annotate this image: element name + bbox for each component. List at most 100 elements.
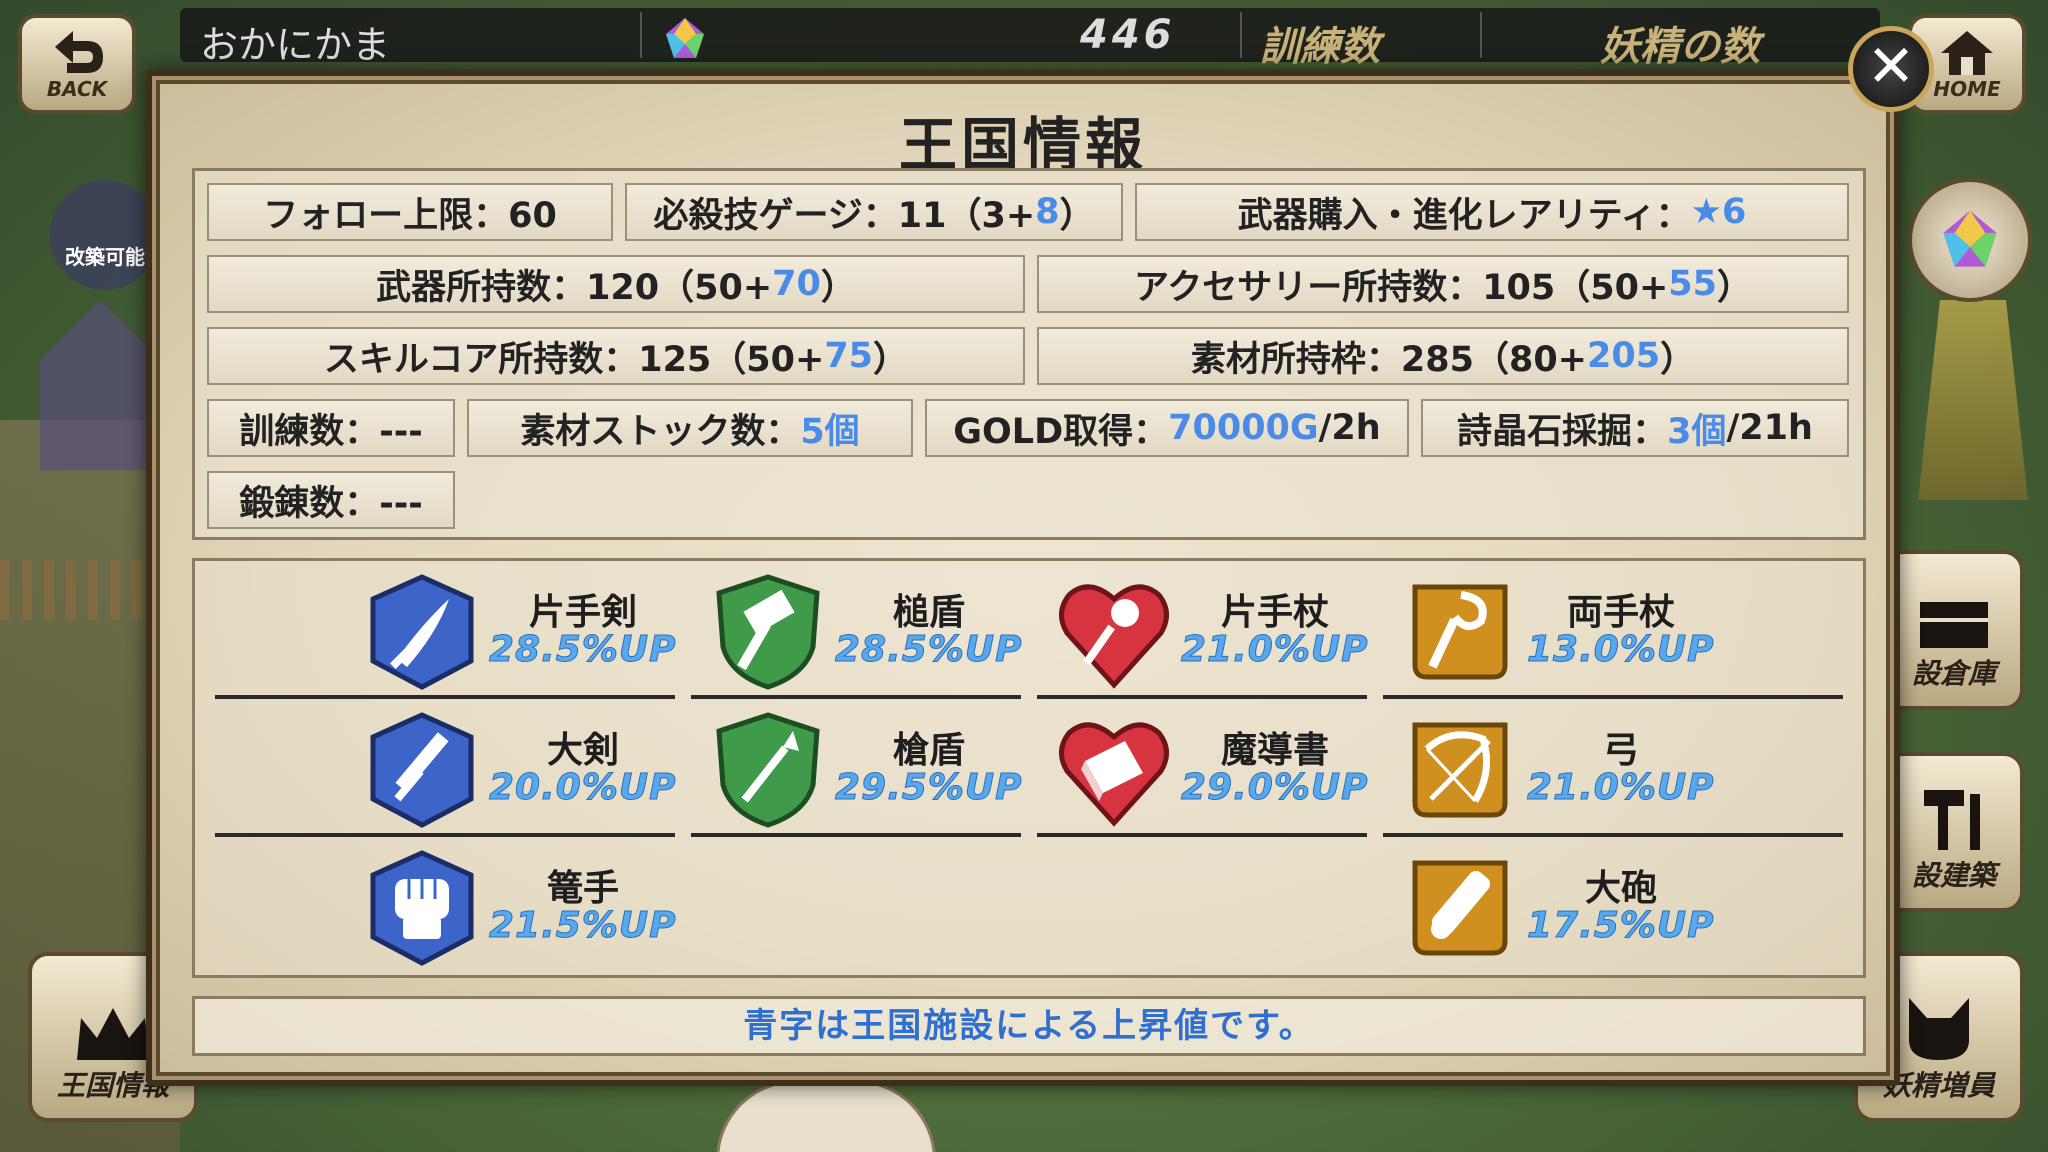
facility-build-button[interactable]: 設建築 [1884, 752, 2024, 912]
divider [1240, 12, 1242, 58]
close-button[interactable]: ✕ [1848, 26, 1934, 112]
home-icon [1941, 31, 1993, 75]
gem-mining-stat: 詩晶石採掘： 3個/21h [1421, 399, 1849, 457]
material-capacity-bonus: 205 [1587, 336, 1661, 376]
weapon-bonus-one-hand-staff: 片手杖 21.0%UP [1055, 573, 1385, 693]
row-divider [1037, 695, 1367, 699]
background-house [40, 300, 160, 470]
training-text: 訓練数：--- [239, 411, 423, 452]
special-gauge-suffix: ） [1059, 195, 1095, 236]
row-divider [215, 695, 675, 699]
accessory-capacity-suffix: ） [1717, 267, 1753, 308]
hammer-shield-icon [716, 574, 820, 690]
weapon-bonus-value: 29.0%UP [1181, 767, 1369, 809]
grimoire-icon [1059, 722, 1169, 827]
rarity-text: 武器購入・進化レアリティ： [1237, 195, 1691, 236]
storage-chest-icon [1920, 602, 1988, 648]
weapon-name: 弓 [1602, 730, 1639, 771]
follow-limit-text: フォロー上限：60 [263, 195, 557, 236]
follow-limit-stat: フォロー上限：60 [207, 183, 613, 241]
weapon-name: 魔導書 [1220, 730, 1329, 771]
forging-text: 鍛錬数：--- [239, 483, 423, 524]
accessory-capacity-text: アクセサリー所持数：105（50+ [1133, 267, 1669, 308]
weapon-bonus-value: 13.0%UP [1527, 629, 1715, 671]
fairy-count-label: 妖精の数 [1600, 24, 1760, 70]
weapon-name: 両手杖 [1566, 592, 1675, 633]
weapon-bonus-great-sword: 大剣 20.0%UP [363, 711, 693, 831]
fairy-cat-icon [1909, 998, 1969, 1060]
weapon-bonus-value: 28.5%UP [835, 629, 1023, 671]
facility-storage-label: 設倉庫 [1911, 657, 1996, 690]
facility-storage-button[interactable]: 設倉庫 [1884, 550, 2024, 710]
weapon-bonus-hammer-shield: 槌盾 28.5%UP [709, 573, 1039, 693]
rarity-bonus: ★6 [1690, 192, 1747, 232]
home-label: HOME [1933, 77, 2001, 101]
two-hand-staff-icon [1412, 584, 1508, 680]
currency-count: 446 [1080, 12, 1176, 58]
crystal-gem-icon [1943, 210, 1997, 267]
gem-mining-bonus: 3個 [1667, 411, 1727, 452]
great-sword-icon [370, 712, 474, 828]
weapon-name: 大剣 [546, 730, 619, 771]
weapon-capacity-bonus: 70 [772, 264, 821, 304]
row-divider [1037, 833, 1367, 837]
gold-income-bonus: 70000G [1168, 408, 1319, 448]
skillcore-capacity-stat: スキルコア所持数：125（50+ 75） [207, 327, 1025, 385]
kingdom-stats-panel: フォロー上限：60 必殺技ゲージ：11（3+ 8） 武器購入・進化レアリティ： ★6… [192, 168, 1866, 540]
material-capacity-suffix: ） [1660, 339, 1696, 380]
top-status-bar: おかにかま 446 訓練数 妖精の数 [180, 8, 1880, 70]
weapon-bonus-one-hand-sword: 片手剣 28.5%UP [363, 573, 693, 693]
footnote: 青字は王国施設による上昇値です。 [192, 996, 1866, 1056]
material-capacity-text: 素材所持枠：285（80+ [1190, 339, 1587, 380]
spear-shield-icon [716, 712, 820, 828]
weapon-bonus-value: 29.5%UP [835, 767, 1023, 809]
special-gauge-text: 必殺技ゲージ：11（3+ [653, 195, 1036, 236]
training-stat: 訓練数：--- [207, 399, 455, 457]
facility-build-label: 設建築 [1911, 859, 1996, 892]
background-tower [1918, 300, 2028, 500]
material-stock-text: 素材ストック数： [520, 411, 801, 452]
row-divider [1383, 695, 1843, 699]
gold-income-stat: GOLD取得： 70000G/2h [925, 399, 1409, 457]
back-label: BACK [46, 77, 108, 101]
special-gauge-bonus: 8 [1035, 192, 1060, 232]
renovation-badge[interactable]: 改築可能 [50, 180, 160, 290]
crown-icon [77, 1008, 149, 1060]
material-capacity-stat: 素材所持枠：285（80+ 205） [1037, 327, 1849, 385]
gem-shop-button[interactable] [1908, 178, 2032, 302]
weapon-bonus-grimoire: 魔導書 29.0%UP [1055, 711, 1385, 831]
cannon-icon [1412, 860, 1508, 956]
player-name: おかにかま [200, 23, 391, 67]
weapon-bonus-value: 21.5%UP [489, 905, 677, 947]
weapon-name: 槍盾 [892, 730, 965, 771]
skillcore-capacity-bonus: 75 [824, 336, 874, 376]
weapon-bonus-spear-shield: 槍盾 29.5%UP [709, 711, 1039, 831]
accessory-capacity-bonus: 55 [1668, 264, 1718, 304]
gold-income-suffix: /2h [1318, 408, 1381, 448]
weapon-bonus-two-hand-staff: 両手杖 13.0%UP [1401, 573, 1731, 693]
rarity-stat: 武器購入・進化レアリティ： ★6 [1135, 183, 1849, 241]
row-divider [691, 833, 1021, 837]
row-divider [1383, 833, 1843, 837]
skillcore-capacity-text: スキルコア所持数：125（50+ [323, 339, 825, 380]
hammer-icon [1924, 790, 1980, 850]
special-gauge-stat: 必殺技ゲージ：11（3+ 8） [625, 183, 1123, 241]
gold-income-text: GOLD取得： [953, 411, 1169, 452]
weapon-name: 片手剣 [528, 592, 637, 633]
weapon-name: 篭手 [546, 868, 619, 909]
weapon-bonus-gauntlet: 篭手 21.5%UP [363, 849, 693, 969]
weapon-name: 槌盾 [892, 592, 965, 633]
gem-mining-text: 詩晶石採掘： [1457, 411, 1668, 452]
weapon-capacity-suffix: ） [820, 267, 856, 308]
background-fence [0, 560, 160, 620]
weapon-bonus-bow: 弓 21.0%UP [1401, 711, 1731, 831]
weapon-bonus-value: 21.0%UP [1527, 767, 1715, 809]
bow-icon [1412, 722, 1508, 818]
back-button[interactable]: BACK [18, 14, 136, 114]
skillcore-capacity-suffix: ） [873, 339, 909, 380]
weapon-capacity-text: 武器所持数：120（50+ [376, 267, 773, 308]
crystal-gem-icon [666, 18, 704, 58]
row-divider [691, 695, 1021, 699]
accessory-capacity-stat: アクセサリー所持数：105（50+ 55） [1037, 255, 1849, 313]
background-pillar [716, 1080, 936, 1152]
